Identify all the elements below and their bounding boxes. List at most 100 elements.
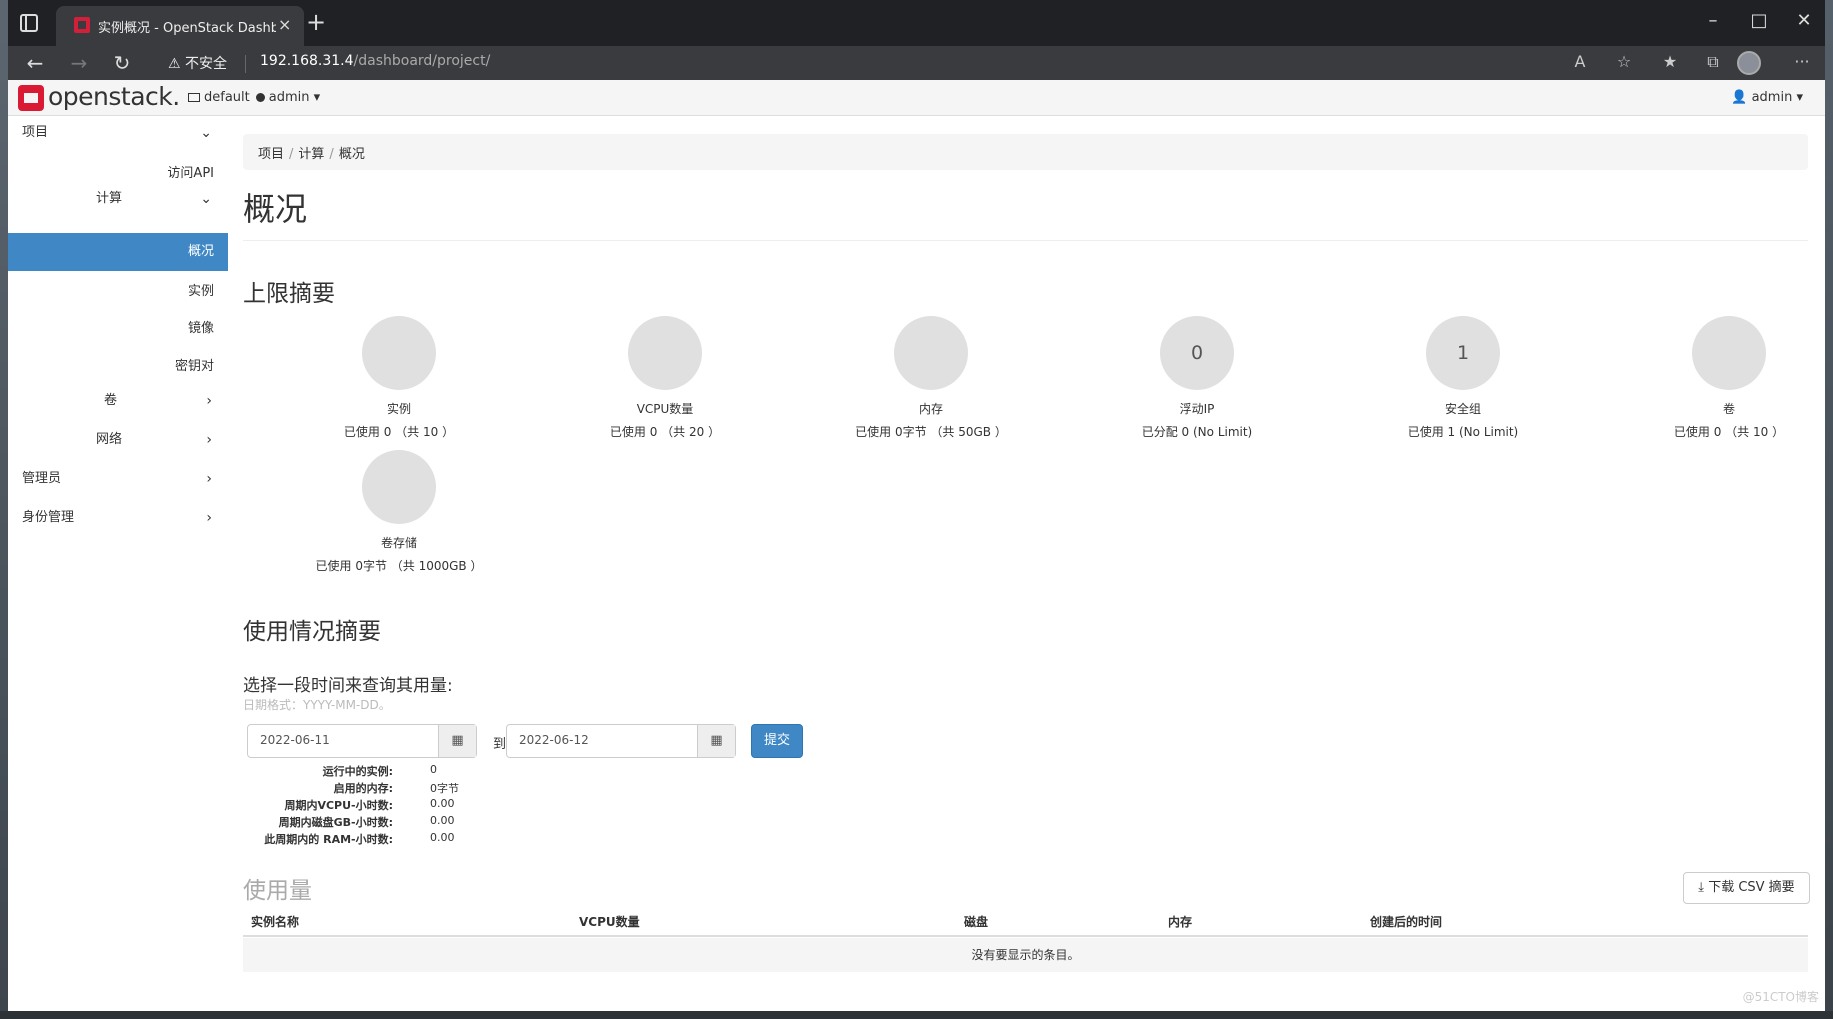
stat-label: 此周期内的 RAM-小时数: <box>264 833 393 846</box>
limit-usage: 已使用 0 （共 20 ） <box>609 425 721 439</box>
close-window-button[interactable]: ✕ <box>1789 10 1819 31</box>
chevron-right-icon: › <box>206 393 212 409</box>
project-context-dropdown[interactable]: default admin ▾ <box>188 90 320 105</box>
user-menu[interactable]: 👤 admin ▾ <box>1731 90 1803 105</box>
stat-label: 周期内磁盘GB-小时数: <box>278 816 393 829</box>
limit-usage: 已使用 1 (No Limit) <box>1407 425 1519 439</box>
download-csv-button[interactable]: ⤓ 下载 CSV 摘要 <box>1683 872 1810 904</box>
sidebar-item-compute[interactable]: 计算 ⌄ <box>96 182 212 216</box>
usage-stat-row: 此周期内的 RAM-小时数: 0.00 <box>243 831 803 848</box>
calendar-icon[interactable]: ▦ <box>438 725 476 757</box>
column-header[interactable]: VCPU数量 <box>579 913 640 930</box>
reload-icon[interactable]: ↻ <box>109 50 135 76</box>
stat-value: 0.00 <box>430 797 455 810</box>
tab-actions-icon[interactable] <box>20 14 38 32</box>
sidebar-item-images[interactable]: 镜像 <box>188 317 214 336</box>
tab-bar: 实例概况 - OpenStack Dashboard × + – □ ✕ <box>8 0 1825 46</box>
more-menu-icon[interactable]: ··· <box>1790 52 1814 71</box>
limit-name: 卷存储 <box>380 536 417 550</box>
sidebar-item-identity[interactable]: 身份管理 › <box>22 501 212 535</box>
column-header[interactable]: 创建后的时间 <box>1370 913 1442 930</box>
openstack-logo-icon[interactable] <box>18 85 44 111</box>
favorites-icon[interactable]: ★ <box>1658 52 1682 71</box>
limit-summary-heading: 上限摘要 <box>243 281 335 307</box>
column-header[interactable]: 内存 <box>1168 913 1192 930</box>
start-date-value: 2022-06-11 <box>260 733 330 747</box>
sidebar-item-network[interactable]: 网络 › <box>96 423 212 457</box>
domain-name: default <box>204 90 250 105</box>
stat-value: 0.00 <box>430 814 455 827</box>
stat-label: 运行中的实例: <box>322 765 393 778</box>
user-name: admin <box>1751 90 1793 105</box>
column-header[interactable]: 实例名称 <box>251 913 299 930</box>
maximize-button[interactable]: □ <box>1744 10 1774 31</box>
limit-chart-ram: 内存 已使用 0字节 （共 50GB ） <box>841 316 1021 440</box>
domain-icon <box>188 93 200 102</box>
limit-name: 实例 <box>386 402 411 416</box>
usage-stat-row: 周期内磁盘GB-小时数: 0.00 <box>243 814 803 831</box>
stat-value: 0 <box>430 763 437 776</box>
collections-icon[interactable]: ⧉ <box>1701 52 1725 72</box>
sidebar-item-label: 卷 <box>104 393 118 408</box>
sidebar-item-label: 计算 <box>96 191 123 206</box>
sidebar-item-label: 项目 <box>22 125 49 140</box>
calendar-icon[interactable]: ▦ <box>697 725 735 757</box>
security-warning[interactable]: ⚠ 不安全 <box>168 53 227 73</box>
sidebar-item-label: 网络 <box>96 432 123 447</box>
sidebar-item-project[interactable]: 项目 ⌄ <box>22 116 212 150</box>
limit-usage: 已使用 0 （共 10 ） <box>1673 425 1785 439</box>
user-icon: 👤 <box>1731 90 1748 105</box>
start-date-field[interactable]: 2022-06-11 ▦ <box>247 724 477 758</box>
chevron-down-icon: ⌄ <box>200 191 212 207</box>
sidebar-item-instances[interactable]: 实例 <box>188 280 214 299</box>
download-csv-label: 下载 CSV 摘要 <box>1708 880 1795 895</box>
back-icon[interactable]: ← <box>22 50 48 76</box>
limit-usage: 已分配 0 (No Limit) <box>1141 425 1253 439</box>
sidebar-item-volumes[interactable]: 卷 › <box>104 384 212 418</box>
browser-tab[interactable]: 实例概况 - OpenStack Dashboard × <box>56 6 304 46</box>
sidebar-item-access-api[interactable]: 访问API <box>167 162 214 181</box>
openstack-favicon-icon <box>74 17 90 33</box>
column-header[interactable]: 磁盘 <box>964 913 988 930</box>
tab-title: 实例概况 - OpenStack Dashboard <box>98 21 276 35</box>
limit-chart-vcpus: VCPU数量 已使用 0 （共 20 ） <box>575 316 755 440</box>
stat-label: 周期内VCPU-小时数: <box>284 799 393 812</box>
minimize-button[interactable]: – <box>1698 10 1728 31</box>
sidebar-item-admin[interactable]: 管理员 › <box>22 462 212 496</box>
stat-value: 0字节 <box>430 782 459 795</box>
sidebar-item-keypairs[interactable]: 密钥对 <box>175 355 214 374</box>
breadcrumb-compute[interactable]: 计算 <box>298 147 324 162</box>
desktop-background-right <box>1825 0 1833 1019</box>
usage-stat-row: 运行中的实例: 0 <box>243 763 803 780</box>
limit-name: 内存 <box>918 402 943 416</box>
limit-chart-security-groups: 1 安全组 已使用 1 (No Limit) <box>1373 316 1553 440</box>
read-aloud-icon[interactable]: A <box>1568 52 1592 71</box>
forward-icon[interactable]: → <box>66 50 92 76</box>
submit-button[interactable]: 提交 <box>751 724 803 758</box>
breadcrumb-separator: / <box>289 147 294 162</box>
limit-pie-chart <box>628 316 702 390</box>
new-tab-button[interactable]: + <box>306 10 326 34</box>
divider <box>243 240 1808 241</box>
address-bar: ← → ↻ ⚠ 不安全 192.168.31.4/dashboard/proje… <box>8 46 1825 80</box>
usage-stat-row: 周期内VCPU-小时数: 0.00 <box>243 797 803 814</box>
project-dot-icon <box>255 93 265 102</box>
tab-close-icon[interactable]: × <box>278 16 291 34</box>
add-favorite-icon[interactable]: ☆ <box>1612 52 1636 71</box>
url-field[interactable]: 192.168.31.4/dashboard/project/ <box>260 53 490 69</box>
sidebar-item-label: 概况 <box>187 244 214 259</box>
openstack-logo-text[interactable]: openstack. <box>48 82 180 111</box>
sidebar-item-label: 管理员 <box>22 471 62 486</box>
usage-stat-row: 启用的内存: 0字节 <box>243 780 803 797</box>
breadcrumb-project[interactable]: 项目 <box>258 147 284 162</box>
profile-avatar[interactable] <box>1737 51 1761 75</box>
empty-table-message: 没有要显示的条目。 <box>243 938 1808 972</box>
sidebar-item-overview[interactable]: 概况 <box>8 233 228 271</box>
stat-value: 0.00 <box>430 831 455 844</box>
limit-usage: 已使用 0 （共 10 ） <box>343 425 455 439</box>
breadcrumb-separator: / <box>329 147 334 162</box>
end-date-field[interactable]: 2022-06-12 ▦ <box>506 724 736 758</box>
openstack-header: openstack. default admin ▾ 👤 admin ▾ <box>8 80 1825 116</box>
url-host: 192.168.31.4 <box>260 53 354 69</box>
end-date-value: 2022-06-12 <box>519 733 589 747</box>
